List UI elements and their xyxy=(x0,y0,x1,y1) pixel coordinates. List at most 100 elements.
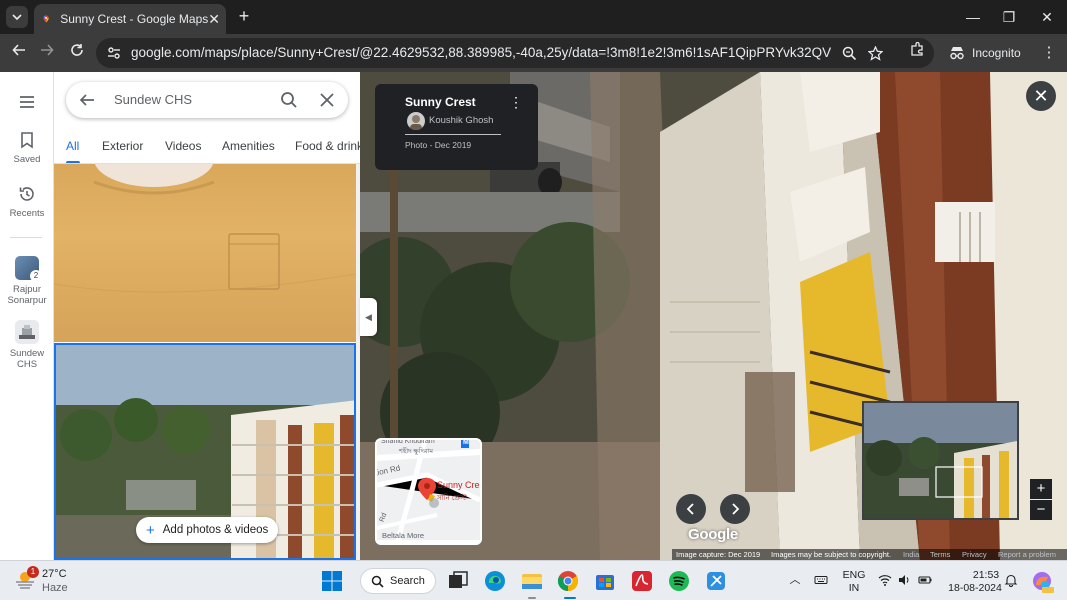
rail-menu-button[interactable] xyxy=(0,92,54,116)
keyboard-icon[interactable] xyxy=(814,573,828,587)
maps-left-rail: Saved Recents 2 Rajpur Sonarpur Sundew C… xyxy=(0,72,54,560)
rail-recents[interactable]: Recents xyxy=(0,184,54,219)
acrobat-icon[interactable] xyxy=(630,569,654,593)
more-options-icon[interactable]: ⋮ xyxy=(509,94,523,111)
task-view-icon[interactable] xyxy=(446,569,470,593)
close-icon: ✕ xyxy=(1033,86,1049,106)
file-explorer-icon[interactable] xyxy=(520,569,544,593)
notification-bell-icon[interactable] xyxy=(1004,573,1018,587)
extensions-icon[interactable] xyxy=(906,41,928,64)
rail-recents-label: Recents xyxy=(9,208,45,219)
volume-icon[interactable] xyxy=(897,573,911,587)
window-close-icon[interactable]: ✕ xyxy=(1036,6,1058,28)
browser-menu-icon[interactable]: ⋮ xyxy=(1038,42,1060,64)
spotify-icon[interactable] xyxy=(667,569,691,593)
notification-badge: 1 xyxy=(27,566,39,578)
active-app-indicator xyxy=(528,597,536,599)
minimap-road-label-bengali: শহীদ ক্ষুদিরাম xyxy=(399,448,433,455)
search-icon[interactable] xyxy=(280,91,298,109)
close-viewer-button[interactable]: ✕ xyxy=(1026,81,1056,111)
input-language[interactable]: ENG xyxy=(840,569,868,581)
weather-description: Haze xyxy=(42,582,68,594)
forward-icon[interactable] xyxy=(36,42,58,64)
rail-saved[interactable]: Saved xyxy=(0,130,54,165)
clock-time[interactable]: 21:53 xyxy=(966,569,1006,581)
incognito-indicator[interactable]: Incognito xyxy=(948,39,1034,67)
chevron-down-icon xyxy=(12,14,22,21)
next-photo-button[interactable] xyxy=(720,494,750,524)
taskbar-search[interactable]: Search xyxy=(360,568,436,594)
author-name[interactable]: Koushik Ghosh xyxy=(429,115,493,126)
browser-toolbar: google.com/maps/place/Sunny+Crest/@22.46… xyxy=(0,34,1067,72)
add-photos-button[interactable]: + Add photos & videos xyxy=(136,517,278,543)
back-arrow-icon[interactable] xyxy=(78,91,96,109)
address-bar[interactable]: google.com/maps/place/Sunny+Crest/@22.46… xyxy=(96,38,934,68)
microsoft-store-icon[interactable] xyxy=(593,569,617,593)
previous-photo-button[interactable] xyxy=(676,494,706,524)
chevron-left-icon xyxy=(686,503,694,515)
tab-exterior[interactable]: Exterior xyxy=(102,139,143,153)
search-box[interactable]: Sundew CHS xyxy=(66,82,348,118)
battery-icon[interactable] xyxy=(918,573,932,587)
metro-icon: M xyxy=(463,439,469,446)
input-region[interactable]: IN xyxy=(840,582,868,594)
tab-search-button[interactable] xyxy=(6,6,28,28)
minimap-place-label-bengali: সানি ক্রেস্ট xyxy=(437,495,467,502)
place-count-badge: 2 xyxy=(30,270,42,282)
tab-food-drink[interactable]: Food & drink xyxy=(295,139,360,153)
shirt-photo-image xyxy=(54,164,356,293)
reload-icon[interactable] xyxy=(66,42,88,64)
google-maps-favicon xyxy=(43,15,49,23)
author-avatar[interactable] xyxy=(407,112,425,130)
region-link[interactable]: India xyxy=(903,550,919,559)
snipping-tool-icon[interactable] xyxy=(704,569,728,593)
tab-all[interactable]: All xyxy=(66,139,79,153)
rail-recent-place-rajpur[interactable]: 2 Rajpur Sonarpur xyxy=(0,256,54,306)
zoom-out-button[interactable]: − xyxy=(1030,500,1052,520)
minimize-icon[interactable]: — xyxy=(962,6,984,28)
restore-icon[interactable]: ❐ xyxy=(998,6,1020,28)
photo-thumbnail[interactable] xyxy=(54,164,356,342)
browser-tab-active[interactable]: Sunny Crest - Google Maps ✕ xyxy=(34,4,226,34)
rail-recent-place-sundew[interactable]: Sundew CHS xyxy=(0,320,54,370)
url-text[interactable]: google.com/maps/place/Sunny+Crest/@22.46… xyxy=(131,45,831,60)
taskbar-search-label: Search xyxy=(390,575,425,587)
wifi-icon[interactable] xyxy=(878,573,892,587)
show-hidden-icons-chevron-icon[interactable]: ︿ xyxy=(788,573,802,587)
windows-start-icon[interactable] xyxy=(320,569,344,593)
search-input[interactable]: Sundew CHS xyxy=(114,92,192,107)
minimap[interactable]: Shahid Khudiram শহীদ ক্ষুদিরাম M tion Rd… xyxy=(375,438,482,545)
site-settings-icon[interactable] xyxy=(106,45,122,61)
privacy-link[interactable]: Privacy xyxy=(962,550,987,559)
new-tab-button[interactable]: + xyxy=(234,6,254,26)
terms-link[interactable]: Terms xyxy=(930,550,950,559)
copilot-icon[interactable] xyxy=(1030,569,1054,593)
place-name[interactable]: Sunny Crest xyxy=(405,95,476,109)
photo-overview-thumbnail[interactable] xyxy=(862,401,1019,520)
zoom-in-button[interactable]: + xyxy=(1030,479,1052,499)
tab-amenities[interactable]: Amenities xyxy=(222,139,275,153)
browser-tab-strip: Sunny Crest - Google Maps ✕ + — ❐ ✕ xyxy=(0,0,1067,34)
back-icon[interactable] xyxy=(8,42,30,64)
zoom-search-icon[interactable] xyxy=(842,46,857,61)
clock-date[interactable]: 18-08-2024 xyxy=(944,582,1006,594)
minimap-road-label: Shahid Khudiram xyxy=(381,438,435,445)
maps-side-panel: Sundew CHS All Exterior Videos Amenities… xyxy=(54,72,360,560)
chrome-icon[interactable] xyxy=(556,569,580,593)
collapse-panel-button[interactable]: ◀ xyxy=(360,298,377,336)
report-problem-link[interactable]: Report a problem xyxy=(998,550,1056,559)
tab-videos[interactable]: Videos xyxy=(165,139,201,153)
image-capture-label: Image capture: Dec 2019 xyxy=(676,550,761,559)
tab-close-icon[interactable]: ✕ xyxy=(208,11,220,28)
photo-date: Photo - Dec 2019 xyxy=(405,140,472,150)
rail-saved-label: Saved xyxy=(13,154,41,165)
info-divider xyxy=(405,134,501,135)
bookmark-star-icon[interactable] xyxy=(868,46,883,61)
plus-icon: + xyxy=(146,521,155,539)
rail-divider xyxy=(10,237,42,238)
close-icon[interactable] xyxy=(318,91,336,109)
windows-taskbar: 1 27°C Haze Search ︿ ENG IN 21:53 18-08-… xyxy=(0,560,1067,600)
minimap-bottom-label: Beltala More xyxy=(382,531,425,540)
edge-icon[interactable] xyxy=(483,569,507,593)
minimap-place-label: Sunny Cre xyxy=(437,480,480,490)
